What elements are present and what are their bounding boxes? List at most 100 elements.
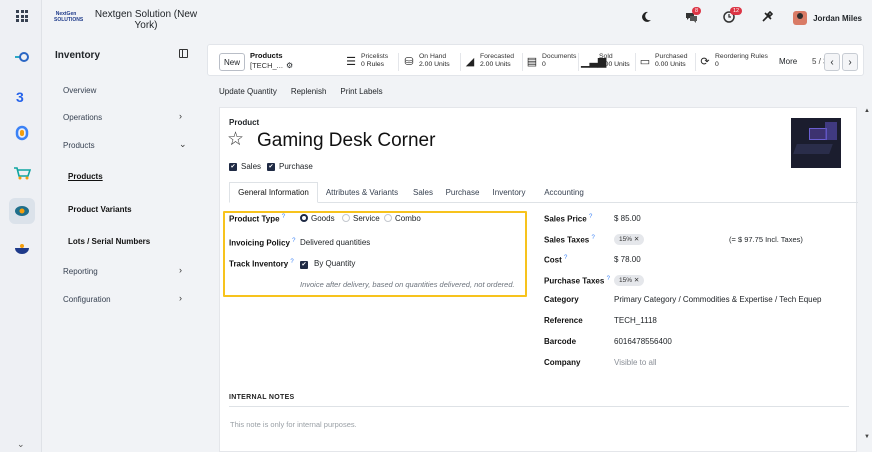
- tools-icon[interactable]: [761, 10, 774, 26]
- sidebar-item-configuration[interactable]: Configuration: [63, 295, 111, 304]
- sidebar-item-overview[interactable]: Overview: [63, 86, 96, 95]
- apps-menu-icon[interactable]: [16, 10, 28, 22]
- product-image[interactable]: [791, 118, 841, 168]
- tab-general-information[interactable]: General Information: [229, 182, 318, 203]
- scrollbar[interactable]: ▲ ▼: [864, 40, 870, 452]
- invoicing-policy-field[interactable]: Delivered quantities: [300, 238, 370, 247]
- stat-button-documents[interactable]: ▤ Documents 0: [526, 51, 577, 71]
- rail-app-3-icon[interactable]: 3: [9, 84, 35, 110]
- tab-attributes-variants[interactable]: Attributes & Variants: [318, 182, 406, 203]
- activities-badge: 12: [730, 7, 743, 15]
- sales-price-field[interactable]: $ 85.00: [614, 214, 641, 223]
- chevron-right-icon[interactable]: ›: [179, 111, 182, 121]
- cost-field[interactable]: $ 78.00: [614, 255, 641, 264]
- print-labels-button[interactable]: Print Labels: [340, 87, 382, 96]
- invoicing-policy-field-label: Invoicing Policy ?: [229, 238, 296, 248]
- scroll-up-icon[interactable]: ▲: [864, 108, 870, 114]
- rail-app-inventory-icon[interactable]: [9, 198, 35, 224]
- divider: [460, 53, 461, 71]
- purchase-checkbox-label: Purchase: [279, 162, 313, 171]
- product-type-radio-service[interactable]: Service: [342, 213, 380, 223]
- close-icon[interactable]: ✕: [634, 277, 639, 284]
- sales-checkbox[interactable]: ✔ Sales: [229, 162, 261, 171]
- product-type-radio-goods[interactable]: Goods: [300, 213, 335, 223]
- stat-button-on-hand[interactable]: ⛁ On Hand 2.00 Units: [403, 51, 450, 71]
- update-quantity-button[interactable]: Update Quantity: [219, 87, 277, 96]
- more-button[interactable]: More: [779, 57, 797, 66]
- stat-value: 0.00 Units: [655, 61, 686, 68]
- purchase-taxes-field-label: Purchase Taxes ?: [544, 276, 610, 286]
- checkbox-checked-icon: ✔: [267, 162, 275, 171]
- avatar: [793, 11, 808, 25]
- bar-chart-icon: ▁▃▆: [581, 55, 607, 68]
- user-menu[interactable]: Jordan Miles: [793, 11, 862, 25]
- category-field[interactable]: Primary Category / Commodities & Experti…: [614, 295, 822, 304]
- company-field[interactable]: Visible to all: [614, 358, 657, 367]
- track-inventory-field-label: Track Inventory ?: [229, 259, 294, 269]
- stat-value: 0 Rules: [361, 61, 385, 68]
- track-inventory-checkbox[interactable]: ✔ By Quantity: [300, 259, 355, 269]
- sidebar-subitem-products[interactable]: Products: [68, 172, 103, 181]
- internal-notes-heading: INTERNAL NOTES: [229, 394, 295, 401]
- barcode-field[interactable]: 6016478556400: [614, 337, 672, 346]
- form-sheet: Product ☆ Gaming Desk Corner ✔ Sales ✔ P…: [219, 107, 858, 452]
- divider: [695, 53, 696, 71]
- internal-notes-field[interactable]: This note is only for internal purposes.: [230, 420, 357, 429]
- chevron-right-icon[interactable]: ›: [179, 293, 182, 303]
- stat-button-pricelists[interactable]: ☰ Pricelists 0 Rules: [345, 51, 388, 71]
- purchase-tax-tag[interactable]: 15% ✕: [614, 275, 645, 286]
- sidebar-subitem-product-variants[interactable]: Product Variants: [68, 205, 132, 214]
- file-icon: ▤: [526, 55, 538, 68]
- category-field-label: Category: [544, 295, 579, 304]
- stat-value: 0.00 Units: [599, 61, 630, 68]
- gear-icon[interactable]: ⚙: [286, 61, 293, 70]
- new-button[interactable]: New: [219, 53, 245, 71]
- stat-value: 2.00 Units: [419, 61, 450, 68]
- pager-next-button[interactable]: ›: [842, 53, 858, 71]
- tab-inventory[interactable]: Inventory: [485, 182, 533, 203]
- activities-icon[interactable]: 12: [723, 7, 743, 26]
- company-field-label: Company: [544, 358, 581, 367]
- sidebar-item-products[interactable]: Products: [63, 141, 95, 150]
- stat-button-sold[interactable]: ▁▃▆ Sold 0.00 Units: [581, 51, 630, 71]
- purchase-checkbox[interactable]: ✔ Purchase: [267, 162, 313, 171]
- scroll-down-icon[interactable]: ▼: [864, 434, 870, 440]
- rail-app-shield-icon[interactable]: [9, 120, 35, 146]
- messages-badge: 8: [692, 7, 702, 15]
- product-type-radio-combo[interactable]: Combo: [384, 213, 421, 223]
- messages-icon[interactable]: 8: [685, 7, 702, 26]
- rail-app-cart-icon[interactable]: [9, 160, 35, 186]
- sidebar-toggle-icon[interactable]: [179, 49, 188, 58]
- close-icon[interactable]: ✕: [634, 236, 639, 243]
- product-name[interactable]: Gaming Desk Corner: [257, 131, 435, 151]
- stat-button-forecasted[interactable]: ◢ Forecasted 2.00 Units: [464, 51, 514, 71]
- radio-selected-icon: [300, 213, 308, 222]
- chevron-down-icon[interactable]: ⌄: [179, 139, 187, 150]
- star-icon[interactable]: ☆: [227, 130, 244, 150]
- breadcrumb-parent[interactable]: Products: [250, 51, 283, 60]
- breadcrumb-current: [TECH_...: [250, 61, 283, 70]
- tab-sales[interactable]: Sales: [406, 182, 440, 203]
- sidebar-subitem-lots-serial[interactable]: Lots / Serial Numbers: [68, 237, 150, 246]
- product-type-label: Product: [229, 118, 260, 127]
- stat-button-reordering-rules[interactable]: ⟳ Reordering Rules 0: [699, 51, 768, 71]
- replenish-button[interactable]: Replenish: [291, 87, 327, 96]
- reference-field[interactable]: TECH_1118: [614, 316, 657, 325]
- stat-label: Purchased: [655, 53, 688, 60]
- tab-accounting[interactable]: Accounting: [533, 182, 595, 203]
- stat-button-purchased[interactable]: ▭ Purchased 0.00 Units: [639, 51, 688, 71]
- radio-icon: [342, 213, 350, 222]
- company-switcher[interactable]: Nextgen Solution (New York): [90, 9, 202, 31]
- sidebar-item-operations[interactable]: Operations: [63, 113, 102, 122]
- app-rail: 3 ⌄: [0, 0, 42, 452]
- rail-app-bowl-icon[interactable]: [9, 236, 35, 262]
- sidebar-item-reporting[interactable]: Reporting: [63, 267, 98, 276]
- chevron-down-icon[interactable]: ⌄: [17, 439, 25, 450]
- tab-purchase[interactable]: Purchase: [440, 182, 485, 203]
- pager-previous-button[interactable]: ‹: [824, 53, 840, 71]
- sales-tax-tag[interactable]: 15% ✕: [614, 234, 645, 245]
- divider: [578, 53, 579, 71]
- dark-mode-icon[interactable]: [640, 11, 652, 26]
- rail-app-connect-icon[interactable]: [9, 44, 35, 70]
- chevron-right-icon[interactable]: ›: [179, 265, 182, 275]
